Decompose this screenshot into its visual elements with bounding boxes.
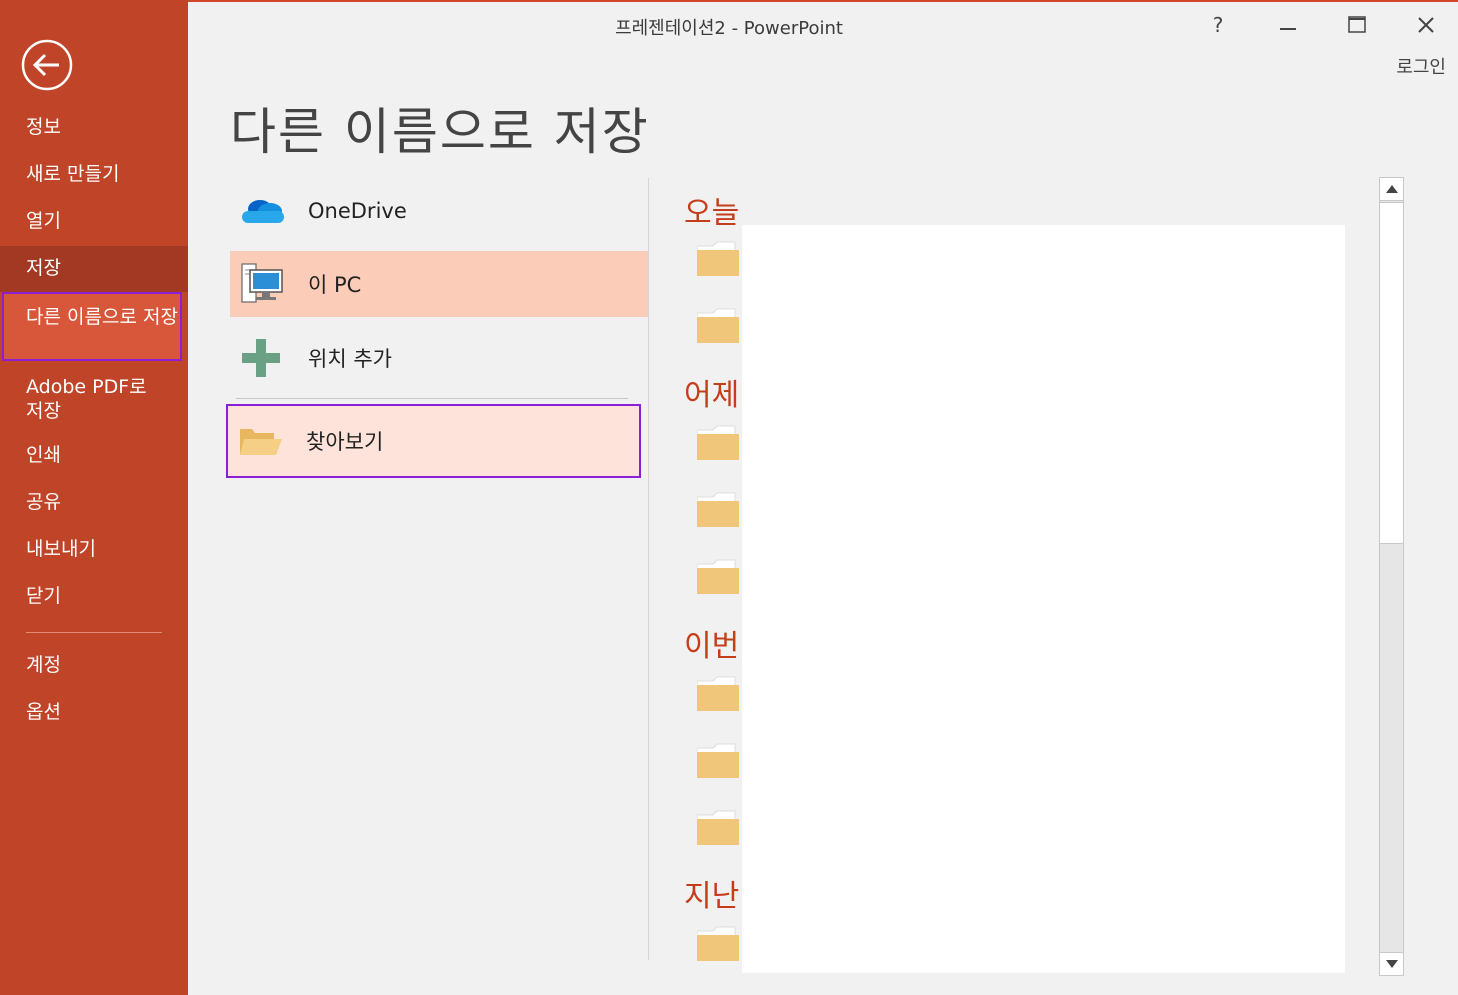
onedrive-cloud-icon <box>242 200 284 223</box>
recent-folders-list-area <box>742 225 1345 973</box>
backstage-sidebar: 정보 새로 만들기 열기 저장 다른 이름으로 저장 Adobe PDF로 저장… <box>0 0 188 995</box>
folder-icon[interactable] <box>696 809 739 845</box>
location-separator <box>236 398 628 399</box>
folder-icon[interactable] <box>696 307 739 343</box>
help-button[interactable]: ? <box>1198 8 1238 42</box>
group-header-yesterday: 어제 <box>684 378 740 413</box>
group-header-older: 지난 <box>684 879 740 914</box>
sidebar-item-share[interactable]: 공유 <box>0 490 188 516</box>
panel-separator <box>648 178 649 960</box>
close-icon <box>1418 17 1434 33</box>
folder-icon[interactable] <box>696 558 739 594</box>
sidebar-item-save[interactable]: 저장 <box>0 246 188 292</box>
maximize-button[interactable] <box>1337 8 1377 42</box>
location-label: 찾아보기 <box>306 430 384 454</box>
location-label: 위치 추가 <box>308 347 392 371</box>
sidebar-item-info[interactable]: 정보 <box>0 115 188 141</box>
scroll-up-icon <box>1385 185 1398 193</box>
computer-icon <box>241 263 283 303</box>
sidebar-divider <box>26 632 162 633</box>
title-accent-line <box>0 0 1458 2</box>
scroll-up-button[interactable] <box>1379 177 1404 201</box>
group-header-this-week: 이번 <box>684 629 740 664</box>
group-header-today: 오늘 <box>684 196 740 231</box>
location-this-pc[interactable]: 이 PC <box>230 251 648 317</box>
location-browse[interactable]: 찾아보기 <box>226 404 641 478</box>
location-label: 이 PC <box>308 273 362 297</box>
back-arrow-icon <box>21 39 73 91</box>
location-add-place[interactable]: 위치 추가 <box>230 325 648 391</box>
sidebar-item-open[interactable]: 열기 <box>0 209 188 235</box>
scrollbar-thumb[interactable] <box>1379 202 1404 544</box>
plus-icon <box>242 339 280 377</box>
page-title: 다른 이름으로 저장 <box>230 103 650 161</box>
sidebar-item-account[interactable]: 계정 <box>0 653 188 679</box>
back-button[interactable] <box>21 39 73 91</box>
folder-icon[interactable] <box>696 742 739 778</box>
location-onedrive[interactable]: OneDrive <box>230 178 648 244</box>
location-label: OneDrive <box>308 199 407 223</box>
sidebar-item-close[interactable]: 닫기 <box>0 584 188 610</box>
folder-icon[interactable] <box>696 240 739 276</box>
folder-icon[interactable] <box>696 491 739 527</box>
folder-icon[interactable] <box>696 675 739 711</box>
folder-icon[interactable] <box>696 925 739 961</box>
scroll-down-icon <box>1385 960 1398 968</box>
sidebar-item-print[interactable]: 인쇄 <box>0 443 188 469</box>
minimize-icon <box>1280 28 1296 30</box>
open-folder-icon <box>240 429 282 455</box>
sidebar-item-save-as[interactable]: 다른 이름으로 저장 <box>2 292 182 361</box>
folder-icon[interactable] <box>696 424 739 460</box>
sidebar-item-save-adobe-pdf[interactable]: Adobe PDF로 저장 <box>0 375 188 423</box>
maximize-icon <box>1348 16 1366 33</box>
sidebar-item-new[interactable]: 새로 만들기 <box>0 162 188 188</box>
window-title: 프레젠테이션2 - PowerPoint <box>615 18 843 39</box>
scroll-down-button[interactable] <box>1379 952 1404 976</box>
sidebar-item-export[interactable]: 내보내기 <box>0 537 188 563</box>
signin-link[interactable]: 로그인 <box>1396 53 1446 79</box>
close-button[interactable] <box>1406 8 1446 42</box>
sidebar-item-options[interactable]: 옵션 <box>0 700 188 726</box>
minimize-button[interactable] <box>1268 8 1308 42</box>
